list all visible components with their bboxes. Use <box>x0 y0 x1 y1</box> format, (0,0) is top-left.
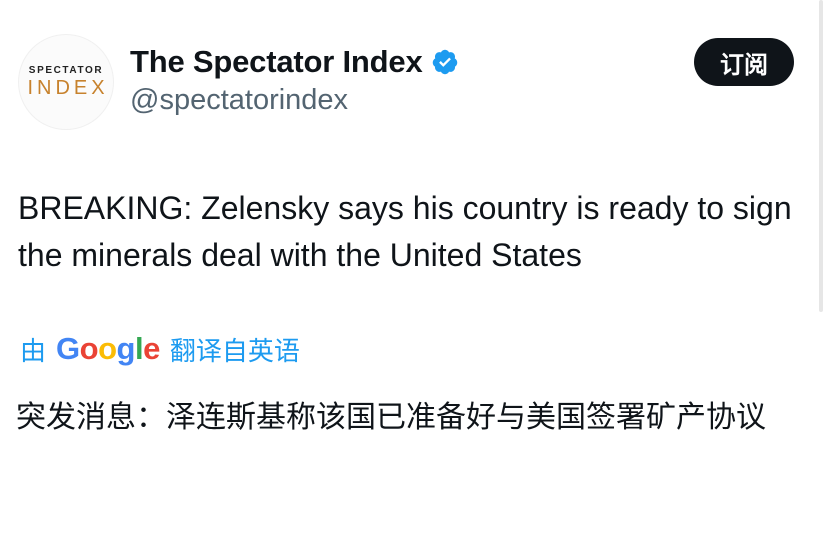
avatar[interactable]: SPECTATOR INDEX <box>18 34 114 130</box>
google-letter-g2: g <box>116 331 136 366</box>
google-logo: Google <box>56 331 160 367</box>
google-letter-g: G <box>56 331 80 366</box>
google-letter-o1: o <box>79 331 99 366</box>
author-handle[interactable]: @spectatorindex <box>130 84 348 117</box>
google-letter-o2: o <box>98 331 117 366</box>
google-letter-l: l <box>134 331 144 366</box>
tweet-text: BREAKING: Zelensky says his country is r… <box>18 190 792 273</box>
scrollbar[interactable] <box>819 0 823 312</box>
translated-prefix: 由 <box>20 335 47 366</box>
verified-badge-icon <box>431 48 459 76</box>
subscribe-button[interactable]: 订阅 <box>694 38 794 86</box>
tweet-page: SPECTATOR INDEX The Spectator Index @spe… <box>0 0 828 535</box>
author-name-row: The Spectator Index <box>130 42 459 82</box>
translated-suffix: 翻译自英语 <box>169 335 300 366</box>
google-letter-e: e <box>143 331 160 366</box>
translated-by-google-link[interactable]: 由 Google 翻译自英语 <box>20 328 300 370</box>
translated-tweet-text: 突发消息：泽连斯基称该国已准备好与美国签署矿产协议 <box>16 401 766 434</box>
author-display-name[interactable]: The Spectator Index <box>130 44 423 80</box>
avatar-logo-top-text: SPECTATOR <box>28 65 104 76</box>
avatar-logo-bottom-text: INDEX <box>27 77 109 99</box>
